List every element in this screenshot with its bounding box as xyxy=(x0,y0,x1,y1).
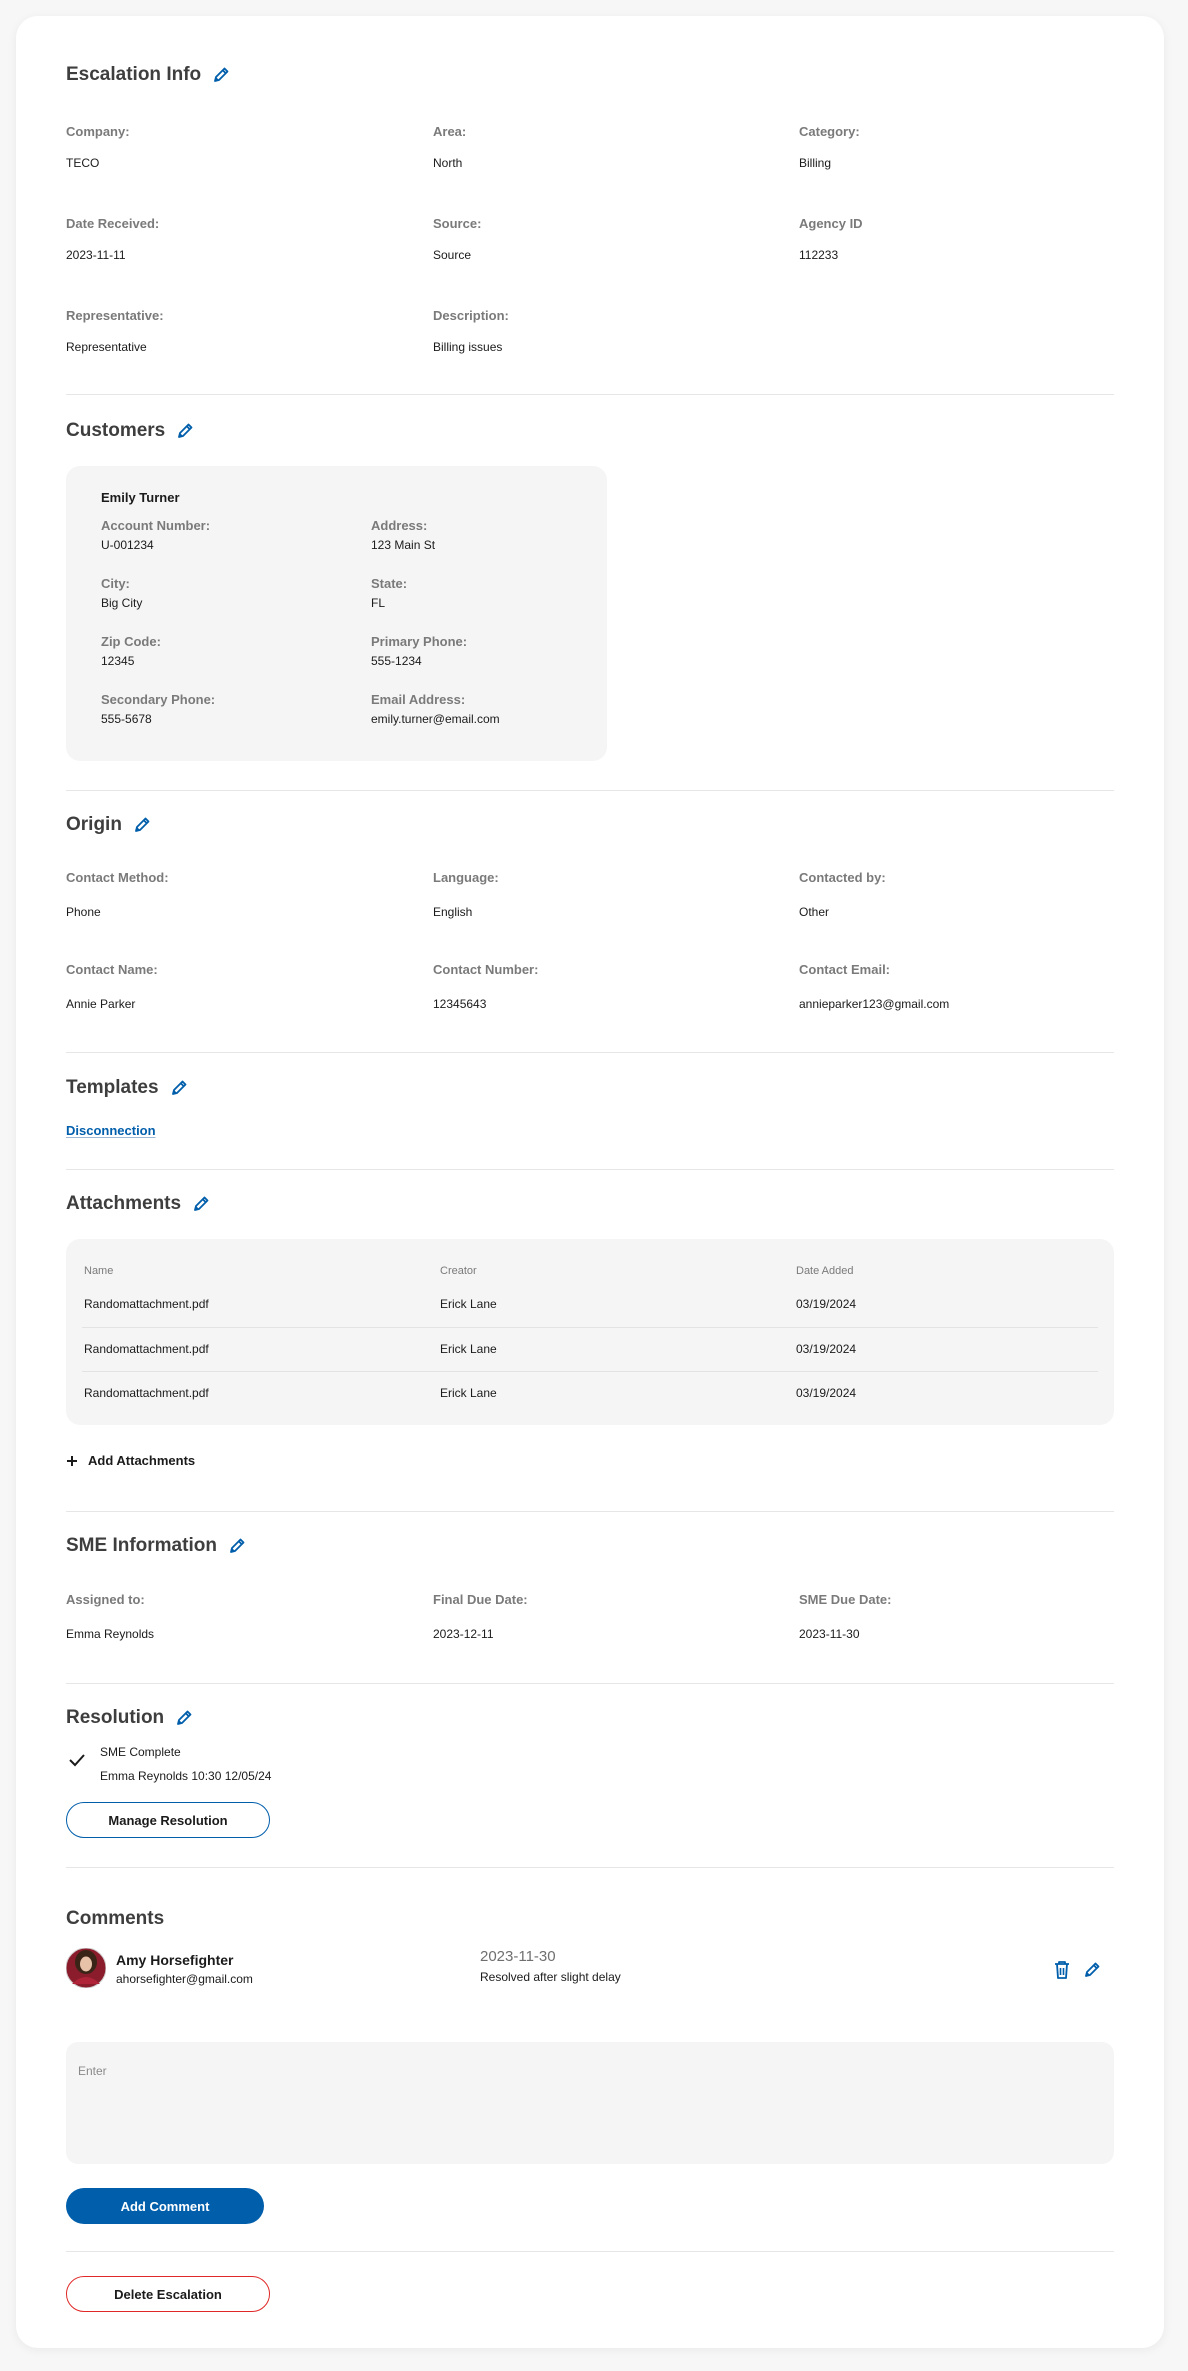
divider xyxy=(66,1169,1114,1170)
field-agency-id: Agency ID 112233 xyxy=(799,216,863,262)
table-row[interactable]: Randomattachment.pdf Erick Lane 03/19/20… xyxy=(82,1371,1098,1415)
comment-text: Resolved after slight delay xyxy=(480,1970,621,1984)
customer-account-number: Account Number: U-001234 xyxy=(101,518,211,552)
edit-origin-pencil-icon[interactable] xyxy=(132,815,152,835)
resolution-title: Resolution xyxy=(66,1707,194,1729)
field-source: Source: Source xyxy=(433,216,482,262)
divider xyxy=(66,394,1114,395)
column-header-creator: Creator xyxy=(440,1265,477,1277)
field-representative: Representative: Representative xyxy=(66,308,164,354)
edit-resolution-pencil-icon[interactable] xyxy=(174,1708,194,1728)
customer-primary-phone: Primary Phone: 555-1234 xyxy=(371,634,468,668)
customer-name: Emily Turner xyxy=(101,490,180,505)
table-row[interactable]: Randomattachment.pdf Erick Lane 03/19/20… xyxy=(82,1283,1098,1327)
sme-information-title: SME Information xyxy=(66,1535,247,1557)
divider xyxy=(66,790,1114,791)
field-contact-number: Contact Number: 12345643 xyxy=(433,962,539,1011)
customer-city: City: Big City xyxy=(101,576,143,610)
comment-author-name: Amy Horsefighter xyxy=(116,1952,234,1968)
edit-attachments-pencil-icon[interactable] xyxy=(191,1194,211,1214)
field-contact-name: Contact Name: Annie Parker xyxy=(66,962,158,1011)
checkmark-icon xyxy=(69,1754,85,1767)
field-contact-method: Contact Method: Phone xyxy=(66,870,169,919)
comment-date: 2023-11-30 xyxy=(480,1948,556,1965)
field-contact-email: Contact Email: annieparker123@gmail.com xyxy=(799,962,950,1011)
field-category: Category: Billing xyxy=(799,124,860,170)
customer-secondary-phone: Secondary Phone: 555-5678 xyxy=(101,692,216,726)
field-language: Language: English xyxy=(433,870,499,919)
edit-escalation-pencil-icon[interactable] xyxy=(211,65,231,85)
escalation-card: Escalation Info Company: TECO Area: Nort… xyxy=(16,16,1164,2348)
manage-resolution-button[interactable]: Manage Resolution xyxy=(66,1802,270,1838)
edit-templates-pencil-icon[interactable] xyxy=(169,1078,189,1098)
escalation-info-title: Escalation Info xyxy=(66,64,231,86)
column-header-name: Name xyxy=(84,1265,114,1277)
field-assigned-to: Assigned to: Emma Reynolds xyxy=(66,1592,155,1641)
add-comment-button[interactable]: Add Comment xyxy=(66,2188,264,2224)
attachments-title: Attachments xyxy=(66,1193,211,1215)
customer-state: State: FL xyxy=(371,576,408,610)
edit-customers-pencil-icon[interactable] xyxy=(175,421,195,441)
edit-sme-pencil-icon[interactable] xyxy=(227,1536,247,1556)
field-final-due-date: Final Due Date: 2023-12-11 xyxy=(433,1592,528,1641)
customer-email-address: Email Address: emily.turner@email.com xyxy=(371,692,500,726)
avatar xyxy=(66,1948,106,1988)
field-area: Area: North xyxy=(433,124,467,170)
edit-comment-pencil-icon[interactable] xyxy=(1082,1960,1102,1980)
divider xyxy=(66,1683,1114,1684)
column-header-date-added: Date Added xyxy=(796,1265,854,1277)
customers-title: Customers xyxy=(66,420,195,442)
templates-title: Templates xyxy=(66,1077,189,1099)
field-contacted-by: Contacted by: Other xyxy=(799,870,886,919)
comments-title: Comments xyxy=(66,1908,165,1929)
customer-address: Address: 123 Main St xyxy=(371,518,436,552)
divider xyxy=(66,1511,1114,1512)
resolution-status: SME Complete xyxy=(100,1745,181,1759)
trash-icon[interactable] xyxy=(1053,1960,1071,1980)
template-link-disconnection[interactable]: Disconnection xyxy=(66,1123,156,1138)
origin-title: Origin xyxy=(66,814,152,836)
field-sme-due-date: SME Due Date: 2023-11-30 xyxy=(799,1592,892,1641)
divider xyxy=(66,1867,1114,1868)
add-attachments-button[interactable]: Add Attachments xyxy=(66,1453,195,1468)
divider xyxy=(66,2251,1114,2252)
comment-author-email: ahorsefighter@gmail.com xyxy=(116,1972,253,1986)
field-company: Company: TECO xyxy=(66,124,130,170)
delete-escalation-button[interactable]: Delete Escalation xyxy=(66,2276,270,2312)
field-date-received: Date Received: 2023-11-11 xyxy=(66,216,160,262)
resolution-detail: Emma Reynolds 10:30 12/05/24 xyxy=(100,1769,272,1783)
attachments-table: Name Creator Date Added Randomattachment… xyxy=(66,1239,1114,1425)
table-row[interactable]: Randomattachment.pdf Erick Lane 03/19/20… xyxy=(82,1327,1098,1371)
divider xyxy=(66,1052,1114,1053)
customer-card: Emily Turner Account Number: U-001234 Ad… xyxy=(66,466,607,761)
comment-input[interactable] xyxy=(66,2042,1114,2164)
plus-icon xyxy=(67,1455,77,1466)
customer-zip-code: Zip Code: 12345 xyxy=(101,634,161,668)
field-description: Description: Billing issues xyxy=(433,308,509,354)
